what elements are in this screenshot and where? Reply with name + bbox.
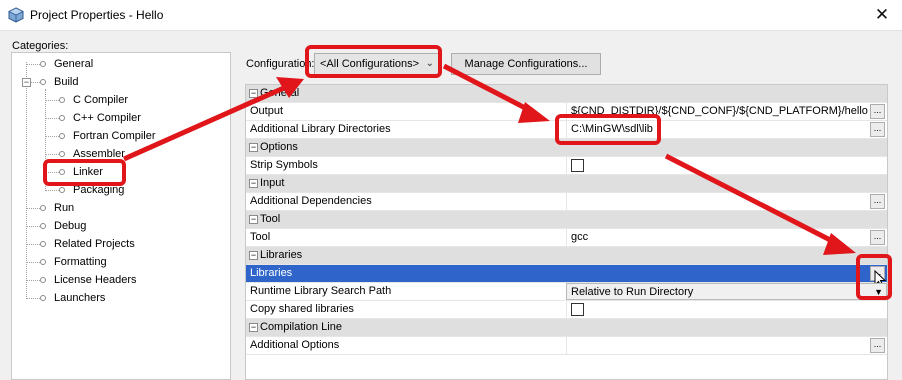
annotation-arrows bbox=[122, 63, 856, 255]
arrow-configuration-to-library-directory bbox=[442, 63, 535, 115]
arrow-linker-to-configuration bbox=[122, 84, 288, 162]
arrow-library-directory-to-libraries-button bbox=[664, 153, 840, 247]
